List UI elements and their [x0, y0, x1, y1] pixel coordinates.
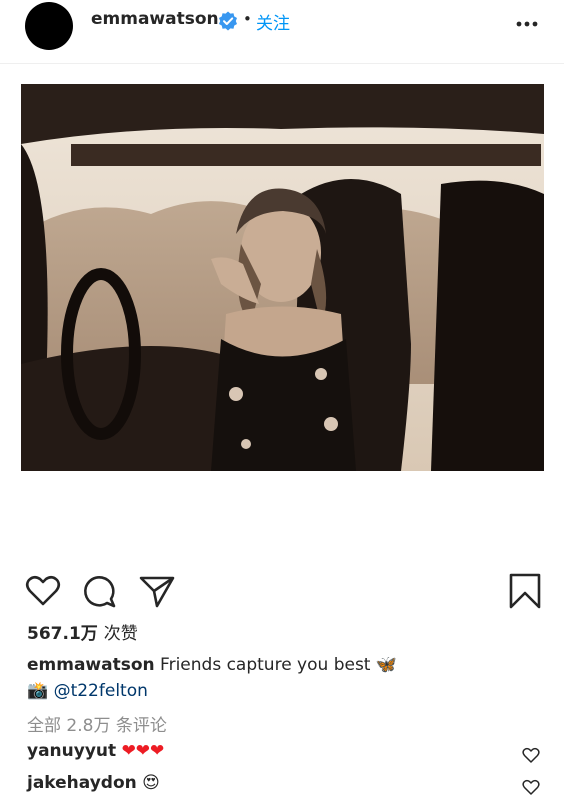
- butterfly-emoji: 🦋: [375, 655, 398, 675]
- camera-emoji: 📸: [27, 681, 49, 701]
- comment-text: ❤❤❤: [121, 741, 165, 761]
- photo-credit: 📸 @t22felton: [27, 681, 148, 701]
- caption: emmawatson Friends capture you best 🦋: [27, 655, 397, 675]
- bookmark-icon[interactable]: [505, 571, 545, 611]
- like-count-suffix: 次赞: [103, 624, 138, 644]
- share-icon[interactable]: [137, 571, 177, 611]
- comment-icon[interactable]: [80, 571, 120, 611]
- comment-username[interactable]: yanuyyut: [27, 741, 116, 761]
- post-header: emmawatson • 关注: [0, 0, 564, 62]
- view-all-comments-link[interactable]: 全部 2.8万 条评论: [27, 711, 167, 736]
- comment-text: 😍: [142, 773, 160, 793]
- comment-row: jakehaydon 😍: [27, 773, 160, 793]
- avatar[interactable]: [25, 2, 73, 50]
- separator-dot: •: [243, 10, 252, 28]
- photo-illustration: [21, 84, 544, 471]
- follow-button[interactable]: 关注: [256, 9, 290, 34]
- caption-username[interactable]: emmawatson: [27, 655, 155, 675]
- post-photo[interactable]: [21, 84, 544, 471]
- comment-like-heart-icon[interactable]: [521, 777, 541, 797]
- like-count[interactable]: 567.1万 次赞: [27, 619, 138, 644]
- heart-icon[interactable]: [23, 571, 63, 611]
- header-divider: [0, 63, 564, 64]
- like-count-value: 567.1万: [27, 624, 98, 644]
- caption-text: Friends capture you best: [160, 655, 371, 675]
- comment-row: yanuyyut ❤❤❤: [27, 741, 164, 761]
- verified-badge-icon: [219, 11, 237, 31]
- comment-username[interactable]: jakehaydon: [27, 773, 137, 793]
- post-username[interactable]: emmawatson: [91, 9, 219, 29]
- mention-link[interactable]: @t22felton: [54, 681, 148, 701]
- more-options-icon[interactable]: [514, 12, 540, 36]
- comment-like-heart-icon[interactable]: [521, 745, 541, 765]
